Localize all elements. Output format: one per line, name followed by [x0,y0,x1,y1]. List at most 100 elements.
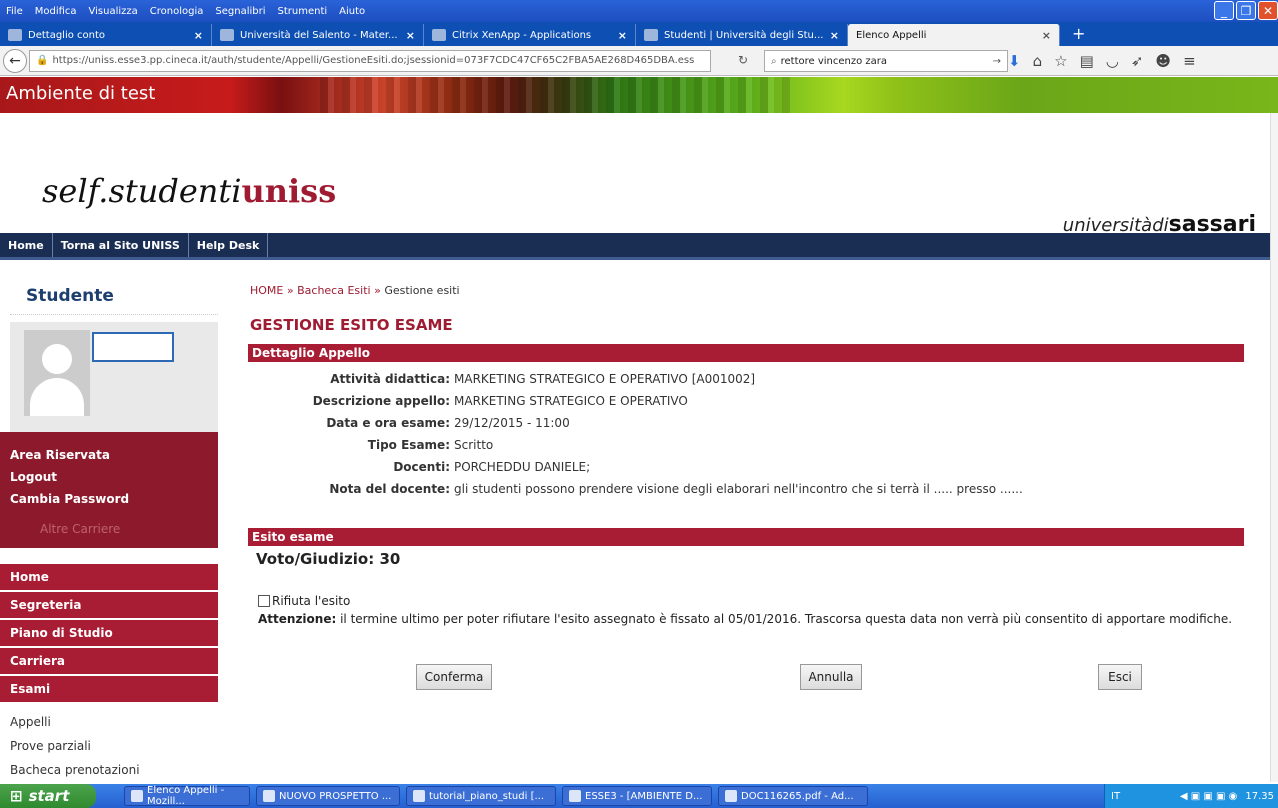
altre-carriere-link[interactable]: Altre Carriere [40,518,218,540]
tab-elenco-appelli[interactable]: Elenco Appelli × [848,24,1060,46]
navigation-toolbar: ← 🔒 https://uniss.esse3.pp.cineca.it/aut… [0,46,1278,76]
taskbar-item-esse3[interactable]: ESSE3 - [AMBIENTE D... [562,786,712,806]
rifiuta-esito-checkbox[interactable]: Rifiuta l'esito [258,594,350,608]
vertical-scrollbar[interactable] [1270,113,1278,782]
taskbar-item-firefox[interactable]: Elenco Appelli - Mozill... [124,785,250,807]
menu-segnalibri[interactable]: Segnalibri [215,6,265,17]
logout-link[interactable]: Logout [10,466,218,488]
search-input[interactable]: ⌕ rettore vincenzo zara → [764,50,1008,72]
tab-close-icon[interactable]: × [1042,29,1051,42]
page-title: GESTIONE ESITO ESAME [250,316,453,334]
restore-icon[interactable]: ❐ [1236,1,1256,20]
detail-row: Nota del docente: gli studenti possono pr… [329,482,1023,496]
tab-citrix[interactable]: Citrix XenApp - Applications × [424,24,636,46]
taskbar: ⊞ start Elenco Appelli - Mozill... NUOVO … [0,784,1278,808]
cambia-password-link[interactable]: Cambia Password [10,488,218,510]
sidebar-item-segreteria[interactable]: Segreteria [0,592,218,618]
pocket-icon[interactable]: ◡ [1106,52,1119,70]
area-riservata-label: Area Riservata [10,448,110,462]
start-button[interactable]: ⊞ start [0,784,96,808]
submenu-bacheca-prenotazioni[interactable]: Bacheca prenotazioni [0,758,218,782]
tab-favicon-icon [644,29,658,41]
submenu-prove-parziali[interactable]: Prove parziali [0,734,218,758]
esci-button[interactable]: Esci [1098,664,1142,690]
home-icon[interactable]: ⌂ [1033,52,1043,70]
taskbar-item-pdf[interactable]: DOC116265.pdf - Ad... [718,786,868,806]
breadcrumb: HOME » Bacheca Esiti » Gestione esiti [250,284,460,297]
breadcrumb-home[interactable]: HOME [250,284,283,297]
language-indicator[interactable]: IT [1111,791,1120,802]
annulla-button[interactable]: Annulla [800,664,862,690]
nav-torna-sito[interactable]: Torna al Sito UNISS [53,233,189,257]
url-field[interactable]: 🔒 https://uniss.esse3.pp.cineca.it/auth/… [29,49,748,72]
tab-close-icon[interactable]: × [406,29,415,42]
url-text: https://uniss.esse3.pp.cineca.it/auth/st… [52,55,695,66]
detail-row: Descrizione appello: MARKETING STRATEGICO… [312,394,688,408]
detail-row: Tipo Esame: Scritto [367,438,494,452]
tab-favicon-icon [432,29,446,41]
sidebar-item-home[interactable]: Home [0,564,218,590]
system-tray: IT ◀ ▣ ▣ ▣ ◉ 17.35 [1104,784,1278,808]
esse3-icon [569,790,581,802]
search-icon: ⌕ [771,55,777,67]
search-go-icon[interactable]: → [993,56,1001,67]
menu-modifica[interactable]: Modifica [35,6,77,17]
tab-close-icon[interactable]: × [830,29,839,42]
close-window-icon[interactable]: ✕ [1258,1,1278,20]
taskbar-item-tutorial[interactable]: tutorial_piano_studi [... [406,786,556,806]
sidebar-item-carriera[interactable]: Carriera [0,648,218,674]
bookmark-star-icon[interactable]: ☆ [1054,52,1067,70]
sidebar-submenu: Appelli Prove parziali Bacheca prenotazi… [0,710,218,782]
document-icon [263,790,275,802]
reserved-area: Area Riservata Logout Cambia Password Al… [0,432,218,548]
sidebar: Studente Area Riservata Logout Cambia Pa… [0,272,218,782]
breadcrumb-bacheca[interactable]: Bacheca Esiti [297,284,370,297]
tab-close-icon[interactable]: × [618,29,627,42]
sidebar-item-esami[interactable]: Esami [0,676,218,702]
avatar [24,330,90,416]
tab-favicon-icon [220,29,234,41]
conferma-button[interactable]: Conferma [416,664,492,690]
tab-unisalento[interactable]: Università del Salento - Mater... × [212,24,424,46]
test-environment-label: Ambiente di test [6,83,156,104]
tab-bar: Dettaglio conto × Università del Salento … [0,22,1278,46]
section-dettaglio-appello: Dettaglio Appello [248,344,1244,362]
rifiuta-esito-label: Rifiuta l'esito [272,594,351,608]
menu-visualizza[interactable]: Visualizza [89,6,138,17]
checkbox-box[interactable] [258,595,270,607]
tab-studenti[interactable]: Studenti | Università degli Stu... × [636,24,848,46]
voto-giudizio: Voto/Giudizio: 30 [256,550,401,568]
taskbar-item-prospetto[interactable]: NUOVO PROSPETTO ... [256,786,400,806]
nav-help-desk[interactable]: Help Desk [189,233,269,257]
document-icon [413,790,425,802]
sidebar-title: Studente [26,286,114,306]
pdf-icon [725,790,737,802]
download-icon[interactable]: ⬇ [1008,52,1021,70]
hamburger-menu-icon[interactable]: ≡ [1183,52,1196,70]
reading-list-icon[interactable]: ▤ [1080,52,1094,70]
top-nav: Home Torna al Sito UNISS Help Desk [0,233,1278,260]
tab-close-icon[interactable]: × [194,29,203,42]
menu-cronologia[interactable]: Cronologia [150,6,204,17]
profile-box [10,322,218,432]
hello-icon[interactable]: ☻ [1155,52,1171,70]
profile-id-box [92,332,174,362]
submenu-appelli[interactable]: Appelli [0,710,218,734]
back-arrow-icon[interactable]: ← [3,48,27,73]
nav-home[interactable]: Home [0,233,53,257]
menu-aiuto[interactable]: Aiuto [339,6,365,17]
new-tab-icon[interactable]: + [1072,24,1085,43]
toolbar-icons: ⬇ ⌂ ☆ ▤ ◡ ➶ ☻ ≡ [1008,52,1196,70]
tab-dettaglio-conto[interactable]: Dettaglio conto × [0,24,212,46]
reload-icon[interactable]: ↻ [738,53,748,67]
send-icon[interactable]: ➶ [1131,52,1144,70]
menu-file[interactable]: File [6,6,23,17]
sidebar-item-piano-studio[interactable]: Piano di Studio [0,620,218,646]
banner-stripes [320,77,790,113]
minimize-icon[interactable]: _ [1214,1,1234,20]
clock: 17.35 [1245,790,1274,802]
tray-icons: ◀ ▣ ▣ ▣ ◉ [1179,790,1238,802]
windows-logo-icon: ⊞ [10,787,23,805]
section-esito-esame: Esito esame [248,528,1244,546]
menu-strumenti[interactable]: Strumenti [278,6,328,17]
